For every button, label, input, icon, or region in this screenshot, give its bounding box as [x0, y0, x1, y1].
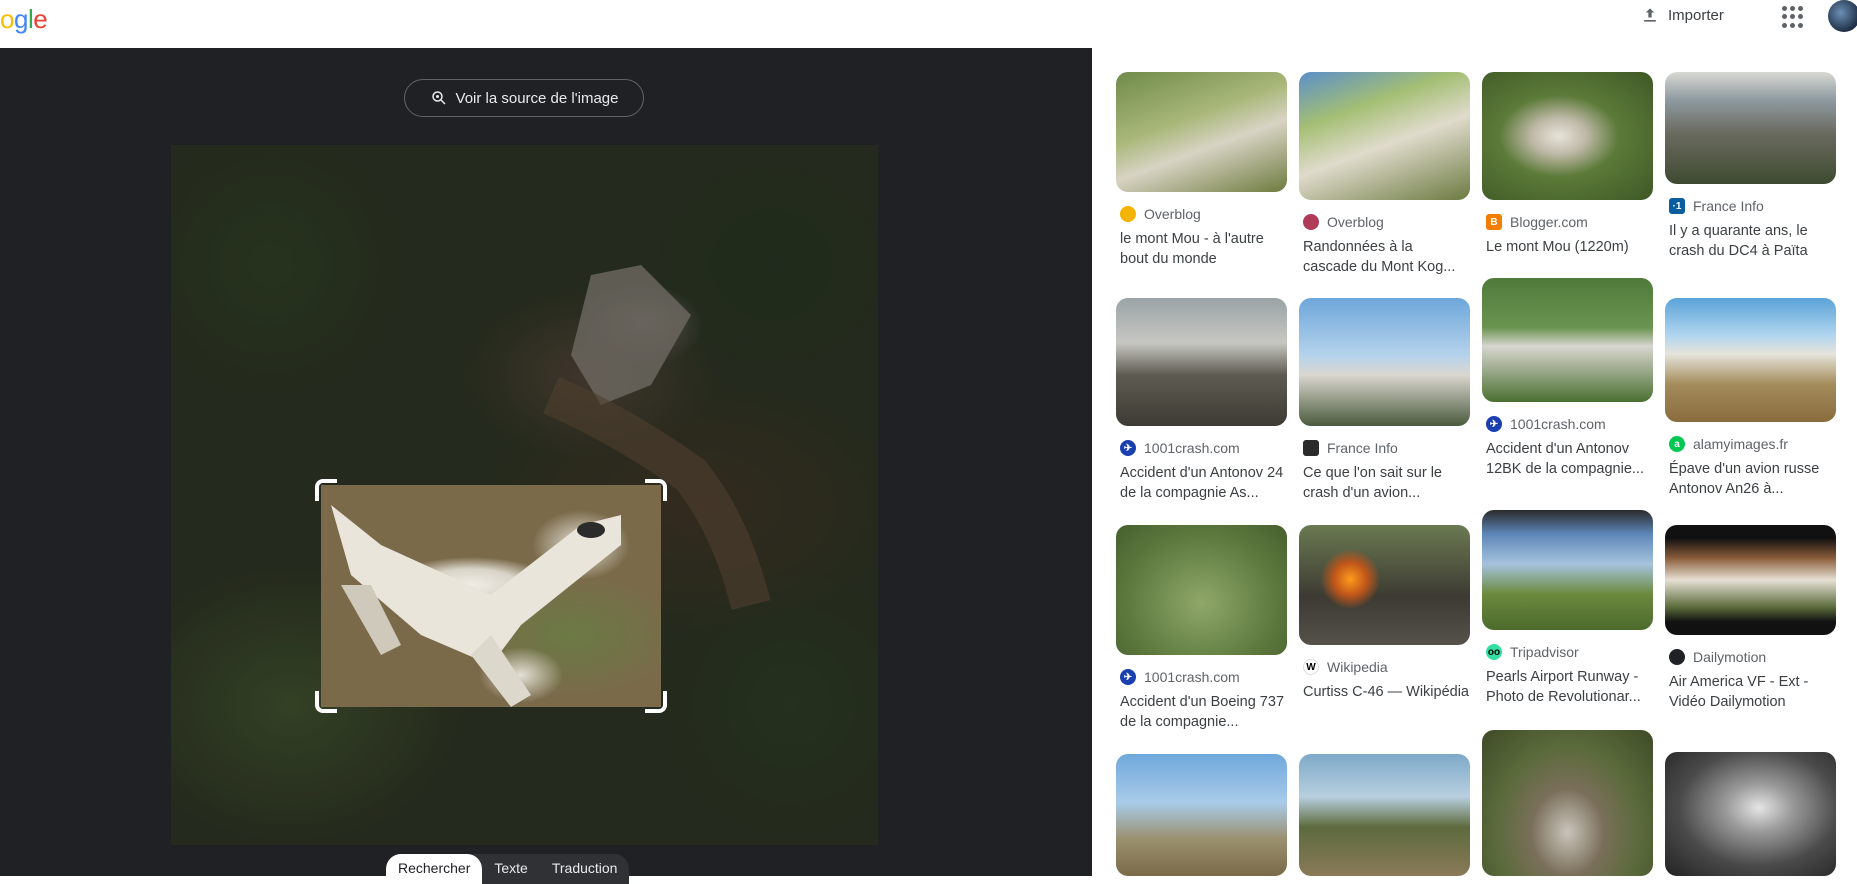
- wikipedia-icon: W: [1303, 659, 1319, 675]
- result-card[interactable]: W Wikipedia Curtiss C-46 — Wikipédia: [1299, 525, 1470, 722]
- result-title[interactable]: Curtiss C-46 — Wikipédia: [1299, 682, 1470, 722]
- result-source: Wikipedia: [1327, 659, 1388, 675]
- lens-search-icon: [431, 91, 446, 105]
- result-card[interactable]: [1299, 754, 1470, 876]
- google-logo[interactable]: ogle: [0, 4, 48, 35]
- result-source: Overblog: [1327, 214, 1384, 230]
- dailymotion-icon: [1669, 649, 1685, 665]
- result-source: Overblog: [1144, 206, 1201, 222]
- result-title[interactable]: Accident d'un Antonov 12BK de la compagn…: [1482, 439, 1653, 479]
- query-image[interactable]: [171, 145, 878, 845]
- result-card[interactable]: ·1 France Info Il y a quarante ans, le cr…: [1665, 72, 1836, 261]
- overblog-icon: [1120, 206, 1136, 222]
- result-thumbnail[interactable]: [1665, 298, 1836, 422]
- result-card[interactable]: a alamyimages.fr Épave d'un avion russe A…: [1665, 298, 1836, 499]
- result-title[interactable]: Air America VF - Ext - Vidéo Dailymotion: [1665, 672, 1836, 712]
- plane-icon: ✈: [1486, 416, 1502, 432]
- result-thumbnail[interactable]: [1116, 754, 1287, 876]
- result-card[interactable]: B Blogger.com Le mont Mou (1220m): [1482, 72, 1653, 277]
- result-card[interactable]: Overblog le mont Mou - à l'autre bout du…: [1116, 72, 1287, 269]
- tab-search[interactable]: Rechercher: [386, 854, 483, 884]
- overblog-avatar-icon: [1303, 214, 1319, 230]
- result-source: 1001crash.com: [1144, 669, 1240, 685]
- result-thumbnail[interactable]: [1299, 298, 1470, 426]
- crop-handle-bottom-right[interactable]: [645, 691, 667, 713]
- plane-icon: ✈: [1120, 440, 1136, 456]
- import-button[interactable]: Importer: [1640, 4, 1724, 26]
- result-source: Dailymotion: [1693, 649, 1767, 665]
- result-source: Tripadvisor: [1510, 644, 1579, 660]
- result-title[interactable]: Pearls Airport Runway - Photo de Revolut…: [1482, 667, 1653, 707]
- result-source: 1001crash.com: [1144, 440, 1240, 456]
- visual-matches-panel: Overblog le mont Mou - à l'autre bout du…: [1092, 48, 1857, 876]
- apps-grid-icon[interactable]: [1782, 6, 1804, 28]
- upload-icon: [1644, 8, 1656, 22]
- image-viewer-panel: Voir la source de l'image Rechercher Tex…: [0, 48, 1092, 884]
- result-card[interactable]: oo Tripadvisor Pearls Airport Runway - Ph…: [1482, 510, 1653, 707]
- lens-mode-tabs: Rechercher Texte Traduction: [386, 854, 630, 884]
- franceinfo-icon: ·1: [1669, 198, 1685, 214]
- result-thumbnail[interactable]: [1299, 525, 1470, 645]
- result-thumbnail[interactable]: [1665, 72, 1836, 184]
- plane-wreck-illustration: [331, 505, 621, 707]
- result-title[interactable]: Épave d'un avion russe Antonov An26 à...: [1665, 459, 1836, 499]
- result-source: France Info: [1693, 198, 1764, 214]
- result-thumbnail[interactable]: [1665, 525, 1836, 635]
- result-source: alamyimages.fr: [1693, 436, 1788, 452]
- franceinfo-icon: [1303, 440, 1319, 456]
- result-title[interactable]: Randonnées à la cascade du Mont Kog...: [1299, 237, 1470, 277]
- result-title[interactable]: Accident d'un Antonov 24 de la compagnie…: [1116, 463, 1287, 503]
- view-image-source-label: Voir la source de l'image: [455, 89, 619, 107]
- result-card[interactable]: [1482, 730, 1653, 876]
- result-title[interactable]: le mont Mou - à l'autre bout du monde: [1116, 229, 1287, 269]
- user-avatar[interactable]: [1828, 0, 1857, 32]
- result-thumbnail[interactable]: [1665, 752, 1836, 876]
- result-title[interactable]: Il y a quarante ans, le crash du DC4 à P…: [1665, 221, 1836, 261]
- result-thumbnail[interactable]: [1116, 72, 1287, 192]
- plane-icon: ✈: [1120, 669, 1136, 685]
- import-label: Importer: [1668, 6, 1724, 24]
- result-title[interactable]: Ce que l'on sait sur le crash d'un avion…: [1299, 463, 1470, 503]
- result-thumbnail[interactable]: [1482, 510, 1653, 630]
- crop-handle-top-left[interactable]: [315, 479, 337, 501]
- result-card[interactable]: ✈ 1001crash.com Accident d'un Antonov 12B…: [1482, 278, 1653, 479]
- selection-crop-area[interactable]: [321, 485, 661, 707]
- top-bar: ogle Importer: [0, 0, 1857, 48]
- result-thumbnail[interactable]: [1299, 754, 1470, 876]
- result-title[interactable]: Accident d'un Boeing 737 de la compagnie…: [1116, 692, 1287, 732]
- tab-translate[interactable]: Traduction: [540, 854, 630, 884]
- result-thumbnail[interactable]: [1116, 298, 1287, 426]
- tab-text[interactable]: Texte: [482, 854, 539, 884]
- view-image-source-button[interactable]: Voir la source de l'image: [404, 79, 644, 117]
- result-thumbnail[interactable]: [1482, 730, 1653, 876]
- result-thumbnail[interactable]: [1299, 72, 1470, 200]
- crop-handle-bottom-left[interactable]: [315, 691, 337, 713]
- result-title[interactable]: Le mont Mou (1220m): [1482, 237, 1653, 277]
- result-card[interactable]: ✈ 1001crash.com Accident d'un Boeing 737 …: [1116, 525, 1287, 732]
- result-thumbnail[interactable]: [1482, 278, 1653, 402]
- result-card[interactable]: France Info Ce que l'on sait sur le cras…: [1299, 298, 1470, 503]
- result-card[interactable]: Dailymotion Air America VF - Ext - Vidéo…: [1665, 525, 1836, 712]
- result-source: Blogger.com: [1510, 214, 1588, 230]
- result-card[interactable]: Overblog Randonnées à la cascade du Mont…: [1299, 72, 1470, 277]
- result-card[interactable]: [1665, 752, 1836, 876]
- result-thumbnail[interactable]: [1116, 525, 1287, 655]
- crop-handle-top-right[interactable]: [645, 479, 667, 501]
- result-thumbnail[interactable]: [1482, 72, 1653, 200]
- result-card[interactable]: [1116, 754, 1287, 876]
- result-card[interactable]: ✈ 1001crash.com Accident d'un Antonov 24 …: [1116, 298, 1287, 503]
- blogger-icon: B: [1486, 214, 1502, 230]
- result-source: 1001crash.com: [1510, 416, 1606, 432]
- result-source: France Info: [1327, 440, 1398, 456]
- tripadvisor-icon: oo: [1486, 644, 1502, 660]
- alamy-icon: a: [1669, 436, 1685, 452]
